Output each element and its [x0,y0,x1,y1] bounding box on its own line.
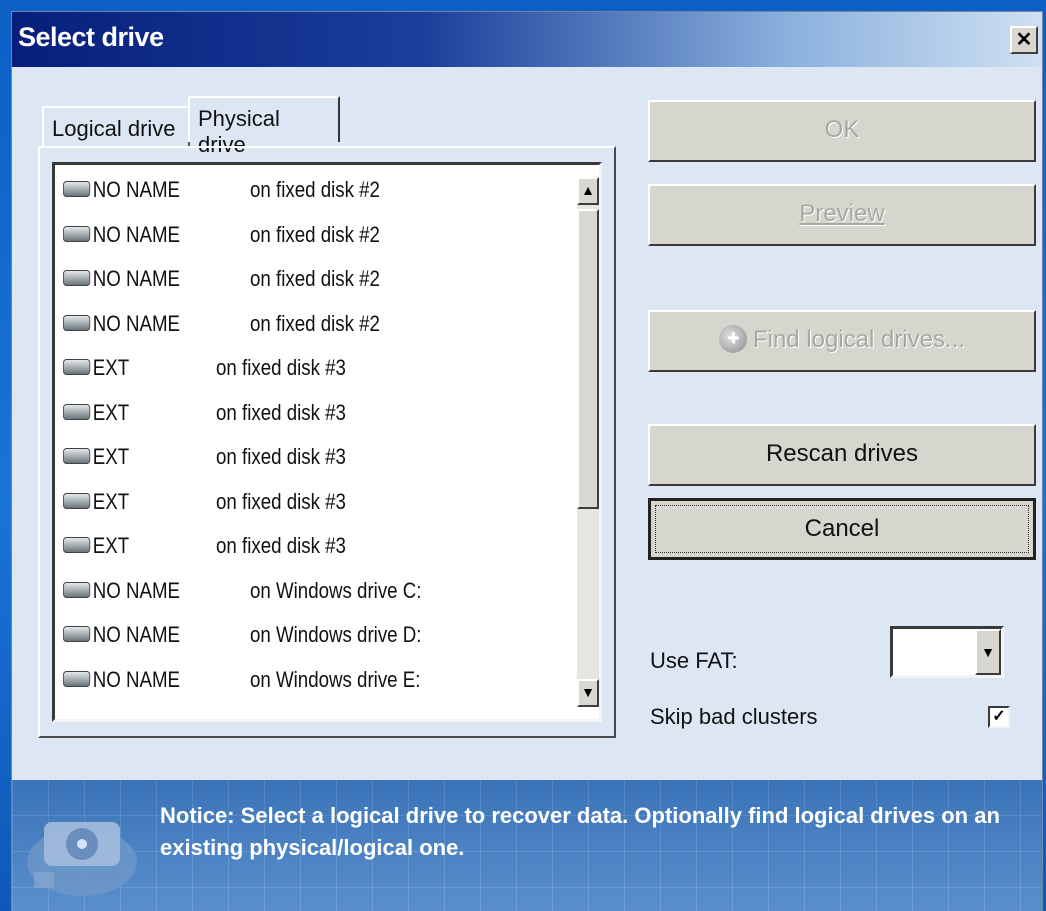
list-item[interactable]: EXT on fixed disk #3 [63,444,346,488]
hard-drive-icon [63,225,91,242]
list-item[interactable]: EXT on fixed disk #3 [63,399,346,444]
hard-drive-icon [63,537,91,554]
drive-name: EXT [92,533,130,558]
preview-button[interactable]: Preview [648,184,1036,246]
ok-button[interactable]: OK [648,100,1036,162]
drive-location: on fixed disk #3 [216,533,346,558]
hard-drive-icon [63,270,91,287]
checkmark-icon: ✓ [992,708,1006,725]
list-item[interactable]: EXT on fixed disk #3 [63,488,346,533]
list-scrollbar[interactable]: ▲ ▼ [577,177,599,707]
drive-name: NO NAME [92,666,181,692]
hard-drive-icon [63,314,91,331]
list-item[interactable]: NO NAME on Windows drive E: [63,666,420,711]
tab-physical-drive[interactable]: Physical drive [188,96,340,157]
drive-location: on fixed disk #2 [250,177,380,202]
rescan-drives-button[interactable]: Rescan drives [648,424,1036,486]
list-item[interactable]: EXT on fixed disk #3 [63,533,346,577]
use-fat-label: Use FAT: [650,648,738,673]
hard-drive-icon [63,492,91,509]
list-item[interactable]: NO NAME on fixed disk #2 [63,266,380,310]
select-drive-dialog: Select drive ✕ Logical drive Physical dr… [12,12,1042,911]
drive-name: NO NAME [92,622,181,647]
drive-name: NO NAME [92,177,181,202]
drive-location: on fixed disk #3 [216,488,346,514]
drive-location: on fixed disk #2 [250,221,380,247]
drive-name: NO NAME [92,221,181,247]
close-icon: ✕ [1015,29,1033,51]
rescan-drives-label: Rescan drives [765,440,919,467]
hard-drive-icon [63,181,91,198]
list-item[interactable]: NO NAME on Windows drive C: [63,577,421,622]
drive-name: EXT [92,444,130,469]
chevron-down-icon[interactable]: ▼ [975,629,1001,675]
list-item[interactable]: NO NAME on Windows drive D: [63,622,421,666]
drive-name: EXT [92,399,130,425]
drive-location: on fixed disk #3 [216,399,346,425]
hard-drive-icon [63,403,91,420]
list-item[interactable]: NO NAME on fixed disk #2 [63,177,380,221]
close-button[interactable]: ✕ [1010,26,1038,54]
notice-bar: Notice: Select a logical drive to recove… [12,780,1042,911]
hard-drive-icon [63,581,91,598]
drive-location: on fixed disk #3 [216,355,346,380]
find-logical-drives-label: Find logical drives... [752,326,966,353]
find-logical-drives-button[interactable]: + Find logical drives... [648,310,1036,372]
preview-label: Preview [799,200,885,227]
list-item[interactable]: NO NAME on fixed disk #2 [63,221,380,266]
hard-drive-icon [63,448,91,465]
scroll-down-button[interactable]: ▼ [577,679,599,707]
drive-name: EXT [92,355,130,380]
use-fat-select[interactable]: ▼ [890,626,1004,678]
arrow-down-icon: ▼ [581,684,595,700]
drive-location: on Windows drive D: [250,622,422,647]
drive-name: NO NAME [92,310,181,336]
hard-drive-icon [63,626,91,643]
dialog-title: Select drive [18,22,164,52]
drive-location: on fixed disk #2 [250,310,380,336]
scroll-up-button[interactable]: ▲ [577,177,599,205]
drive-location: on fixed disk #2 [250,266,380,291]
hard-drive-icon [63,359,91,376]
scroll-thumb[interactable] [577,209,599,509]
drive-location: on Windows drive E: [250,666,421,692]
drive-list[interactable]: NO NAME on fixed disk #2 NO NAME on fixed d… [52,162,602,722]
cancel-button[interactable]: Cancel [648,498,1036,560]
hard-drive-icon [63,670,91,687]
hard-drive-illustration-icon [27,822,137,896]
skip-bad-clusters-label: Skip bad clusters [650,704,818,729]
list-item[interactable]: NO NAME on fixed disk #2 [63,310,380,355]
tab-logical-drive[interactable]: Logical drive [42,106,190,148]
drive-name: NO NAME [92,577,181,603]
notice-text: Notice: Select a logical drive to recove… [160,803,1000,860]
drive-name: NO NAME [92,266,181,291]
title-bar: Select drive ✕ [12,12,1042,67]
arrow-up-icon: ▲ [581,182,595,198]
drive-location: on fixed disk #3 [216,444,346,469]
plus-icon: + [718,324,747,353]
drive-location: on Windows drive C: [250,577,422,603]
list-item[interactable]: EXT on fixed disk #3 [63,355,346,399]
cancel-label: Cancel [804,515,880,542]
skip-bad-clusters-checkbox[interactable]: ✓ [988,706,1010,728]
drive-name: EXT [92,488,130,514]
